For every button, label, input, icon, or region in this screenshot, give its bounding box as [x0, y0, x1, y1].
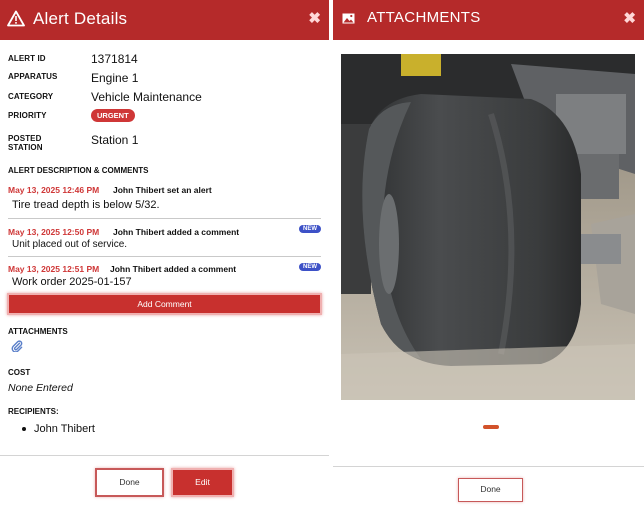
footer-divider: [333, 466, 644, 467]
comment-date: May 13, 2025 12:46 PM: [8, 185, 100, 195]
category-label: CATEGORY: [8, 92, 54, 101]
posted-station-label-line1: POSTED: [8, 134, 42, 143]
alert-details-header: Alert Details ✖: [0, 0, 329, 40]
priority-badge: URGENT: [91, 109, 135, 122]
posted-station-label-line2: STATION: [8, 143, 43, 152]
attachments-header: ATTACHMENTS ✖: [333, 0, 644, 40]
cost-value: None Entered: [8, 382, 73, 394]
new-badge: NEW: [299, 263, 321, 271]
comment-text: Work order 2025-01-157: [12, 276, 132, 288]
tire-image: [341, 54, 635, 400]
comments-section-label: ALERT DESCRIPTION & COMMENTS: [8, 166, 149, 175]
alert-id-label: ALERT ID: [8, 54, 46, 63]
done-button[interactable]: Done: [458, 478, 523, 502]
alert-id-value: 1371814: [91, 52, 138, 66]
image-icon: [342, 13, 355, 24]
add-comment-button[interactable]: Add Comment: [7, 293, 322, 315]
comment-date: May 13, 2025 12:51 PM: [8, 264, 100, 274]
panel-title: Alert Details: [33, 9, 128, 28]
comment-author: John Thibert added a comment: [113, 227, 240, 237]
paperclip-icon[interactable]: [11, 340, 23, 352]
recipient-item: John Thibert: [22, 423, 95, 435]
apparatus-value: Engine 1: [91, 71, 139, 85]
close-icon[interactable]: ✖: [623, 9, 636, 27]
divider: [8, 218, 321, 219]
attachments-label: ATTACHMENTS: [8, 327, 68, 336]
attachments-panel: ATTACHMENTS ✖ Done: [333, 0, 644, 509]
comment-author: John Thibert set an alert: [113, 185, 212, 195]
alert-details-panel: Alert Details ✖ ALERT ID 1371814 APPARAT…: [0, 0, 329, 509]
panel-title: ATTACHMENTS: [367, 9, 481, 26]
priority-label: PRIORITY: [8, 111, 47, 120]
comment-text: Unit placed out of service.: [12, 239, 128, 250]
carousel-indicator[interactable]: [483, 425, 499, 429]
bullet: [22, 427, 26, 432]
apparatus-label: APPARATUS: [8, 72, 58, 81]
posted-station-value: Station 1: [91, 133, 139, 147]
comment-date: May 13, 2025 12:50 PM: [8, 227, 100, 237]
category-value: Vehicle Maintenance: [91, 90, 202, 104]
comment-author: John Thibert added a comment: [110, 264, 237, 274]
comment-text: Tire tread depth is below 5/32.: [12, 199, 160, 211]
divider: [8, 256, 321, 257]
recipient-name: John Thibert: [34, 423, 95, 435]
recipients-label: RECIPIENTS:: [8, 407, 59, 416]
footer-divider: [0, 455, 329, 456]
cost-label: COST: [8, 368, 31, 377]
attachment-photo[interactable]: [341, 54, 635, 400]
warning-triangle-icon: [7, 10, 25, 27]
screen: Alert Details ✖ ALERT ID 1371814 APPARAT…: [0, 0, 644, 509]
done-button[interactable]: Done: [95, 468, 164, 497]
new-badge: NEW: [299, 225, 321, 233]
close-icon[interactable]: ✖: [308, 9, 321, 27]
edit-button[interactable]: Edit: [171, 468, 234, 497]
